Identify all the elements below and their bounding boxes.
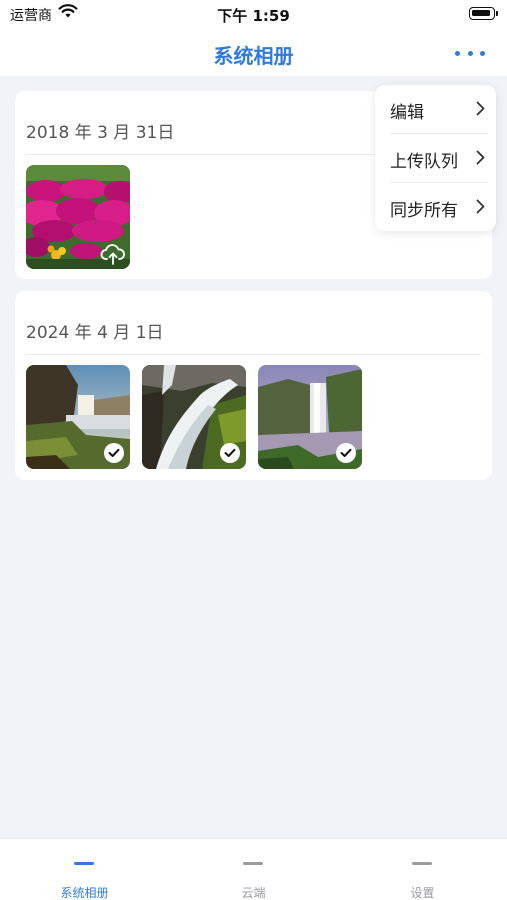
chevron-right-icon xyxy=(476,150,485,169)
tab-label: 设置 xyxy=(410,886,435,900)
tab-indicator-icon xyxy=(74,862,94,865)
photo-thumbnail[interactable] xyxy=(26,365,130,469)
divider xyxy=(26,354,481,355)
menu-item-label: 同步所有 xyxy=(390,201,458,221)
nav-bar: 系统相册 xyxy=(0,30,507,76)
menu-item-edit[interactable]: 编辑 xyxy=(375,85,496,133)
more-options-button[interactable] xyxy=(455,42,485,64)
page-title: 系统相册 xyxy=(213,44,294,68)
options-menu: 编辑 上传队列 同步所有 xyxy=(375,85,496,231)
check-icon xyxy=(220,443,240,463)
menu-item-label: 上传队列 xyxy=(390,152,458,172)
tab-system-album[interactable]: 系统相册 xyxy=(0,839,169,900)
photo-thumbnail[interactable] xyxy=(142,365,246,469)
menu-item-upload-queue[interactable]: 上传队列 xyxy=(375,134,496,182)
album-date: 2024 年 4 月 1日 xyxy=(26,323,164,343)
battery-icon xyxy=(469,7,498,20)
album-date: 2018 年 3 月 31日 xyxy=(26,123,175,143)
status-bar: 运营商 下午 1:59 xyxy=(0,0,507,30)
tab-settings[interactable]: 设置 xyxy=(338,839,507,900)
tab-label: 系统相册 xyxy=(60,886,109,900)
menu-item-sync-all[interactable]: 同步所有 xyxy=(375,183,496,231)
ellipsis-icon xyxy=(455,50,460,56)
photo-thumbnail[interactable] xyxy=(258,365,362,469)
clock: 下午 1:59 xyxy=(217,7,290,25)
check-icon xyxy=(336,443,356,463)
tab-bar: 系统相册 云端 设置 xyxy=(0,838,507,900)
tab-label: 云端 xyxy=(241,886,266,900)
check-icon xyxy=(104,443,124,463)
chevron-right-icon xyxy=(476,199,485,218)
cloud-upload-icon xyxy=(100,244,126,266)
menu-item-label: 编辑 xyxy=(390,103,424,123)
photo-thumbnail[interactable] xyxy=(26,165,130,269)
chevron-right-icon xyxy=(476,101,485,120)
album-section: 2024 年 4 月 1日 xyxy=(15,291,492,480)
tab-indicator-icon xyxy=(243,862,263,865)
tab-cloud[interactable]: 云端 xyxy=(169,839,338,900)
tab-indicator-icon xyxy=(412,862,432,865)
